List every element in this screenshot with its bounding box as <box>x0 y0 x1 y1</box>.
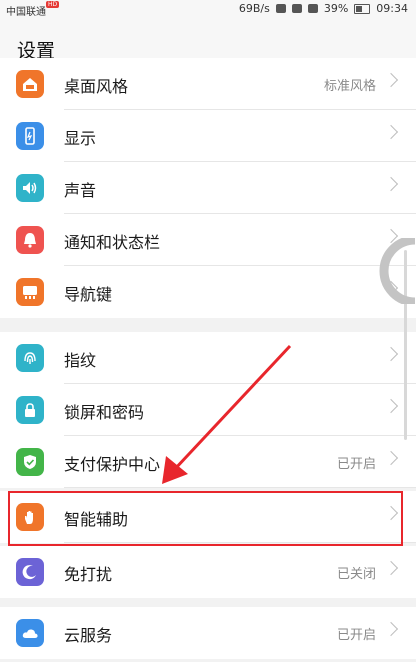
row-label: 声音 <box>64 181 97 200</box>
moon-icon <box>16 558 44 586</box>
row-label: 免打扰 <box>64 565 113 584</box>
row-label: 锁屏和密码 <box>64 403 145 422</box>
lock-icon <box>16 396 44 424</box>
home-style-icon <box>16 70 44 98</box>
settings-row-cloud[interactable]: 云服务 已开启 <box>0 607 416 659</box>
chevron-right-icon <box>383 124 399 140</box>
battery-percent: 39% <box>323 2 349 15</box>
row-label: 云服务 <box>64 626 113 645</box>
navigation-key-icon <box>16 278 44 306</box>
chevron-right-icon <box>383 72 399 88</box>
divider <box>64 487 416 488</box>
row-label: 导航键 <box>64 285 113 304</box>
display-icon <box>16 122 44 150</box>
chevron-right-icon <box>383 346 399 362</box>
status-right: 69B/s 39% 09:34 <box>239 2 408 15</box>
chevron-right-icon <box>383 450 399 466</box>
hd-badge: HD <box>46 1 60 8</box>
battery-icon <box>354 3 371 14</box>
network-speed: 69B/s <box>238 2 270 15</box>
row-label: 显示 <box>64 129 97 148</box>
signal-icon <box>307 4 318 13</box>
settings-row-notifications[interactable]: 通知和状态栏 <box>0 214 416 266</box>
chevron-right-icon <box>383 398 399 414</box>
row-label: 桌面风格 <box>64 77 129 96</box>
chevron-right-icon <box>383 621 399 637</box>
shield-check-icon <box>16 448 44 476</box>
eye-icon <box>275 4 286 13</box>
bell-icon <box>16 226 44 254</box>
row-value: 标准风格 <box>323 79 376 94</box>
chevron-right-icon <box>383 176 399 192</box>
settings-row-desktop-style[interactable]: 桌面风格 标准风格 <box>0 58 416 110</box>
wifi-icon <box>291 4 302 13</box>
chevron-right-icon <box>383 560 399 576</box>
settings-row-lock-screen[interactable]: 锁屏和密码 <box>0 384 416 436</box>
settings-row-fingerprint[interactable]: 指纹 <box>0 332 416 384</box>
highlight-box <box>8 491 403 546</box>
scroll-grip-icon[interactable] <box>375 238 415 304</box>
speaker-icon <box>16 174 44 202</box>
settings-row-navigation-keys[interactable]: 导航键 <box>0 266 416 318</box>
row-label: 支付保护中心 <box>64 455 161 474</box>
row-label: 通知和状态栏 <box>64 233 161 252</box>
row-value: 已关闭 <box>336 567 376 582</box>
settings-row-payment-protection[interactable]: 支付保护中心 已开启 <box>0 436 416 488</box>
clock: 09:34 <box>376 2 408 15</box>
settings-row-do-not-disturb[interactable]: 免打扰 已关闭 <box>0 546 416 598</box>
fingerprint-icon <box>16 344 44 372</box>
row-value: 已开启 <box>336 457 376 472</box>
cloud-icon <box>16 619 44 647</box>
settings-row-sound[interactable]: 声音 <box>0 162 416 214</box>
status-bar: 中国联通 HD 69B/s 39% 09:34 <box>0 0 416 22</box>
carrier-label: 中国联通 <box>6 7 46 18</box>
row-value: 已开启 <box>336 628 376 643</box>
settings-row-display[interactable]: 显示 <box>0 110 416 162</box>
row-label: 指纹 <box>64 351 97 370</box>
